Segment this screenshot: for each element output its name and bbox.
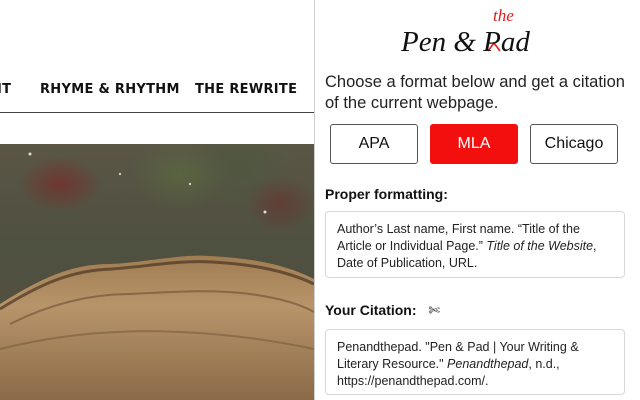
intro-text: Choose a format below and get a citation… [325,73,625,112]
your-citation-heading: Your Citation: ✄ [325,302,440,319]
mla-format-button[interactable]: MLA [430,124,518,164]
animal-fur-illustration [0,152,314,400]
your-citation-label: Your Citation: [325,302,417,318]
proper-formatting-box: Author’s Last name, First name. “Title o… [325,211,625,278]
screen: IT RHYME & RHYTHM THE REWRITE th [0,0,640,400]
citation-output-box[interactable]: Penandthepad. "Pen & Pad | Your Writing … [325,329,625,395]
citation-popup: the Pen & Pad Choose a format below and … [314,0,640,400]
scissors-icon[interactable]: ✄ [428,303,440,319]
nav-item-rhyme-rhythm[interactable]: RHYME & RHYTHM [40,82,180,97]
nav-item-the-rewrite[interactable]: THE REWRITE [195,82,297,97]
citation-italic: Penandthepad [447,357,529,371]
format-template-italic: Title of the Website [486,239,594,253]
pen-and-pad-logo: the Pen & Pad [401,4,561,60]
proper-formatting-heading: Proper formatting: [325,186,448,202]
logo-insert-text: the [493,6,514,25]
apa-format-button[interactable]: APA [330,124,418,164]
logo-main-text: Pen & Pad [401,26,530,58]
nav-item-partial[interactable]: IT [0,82,11,97]
hero-image [0,144,314,400]
chicago-format-button[interactable]: Chicago [530,124,618,164]
site-navigation: IT RHYME & RHYTHM THE REWRITE [0,66,314,113]
